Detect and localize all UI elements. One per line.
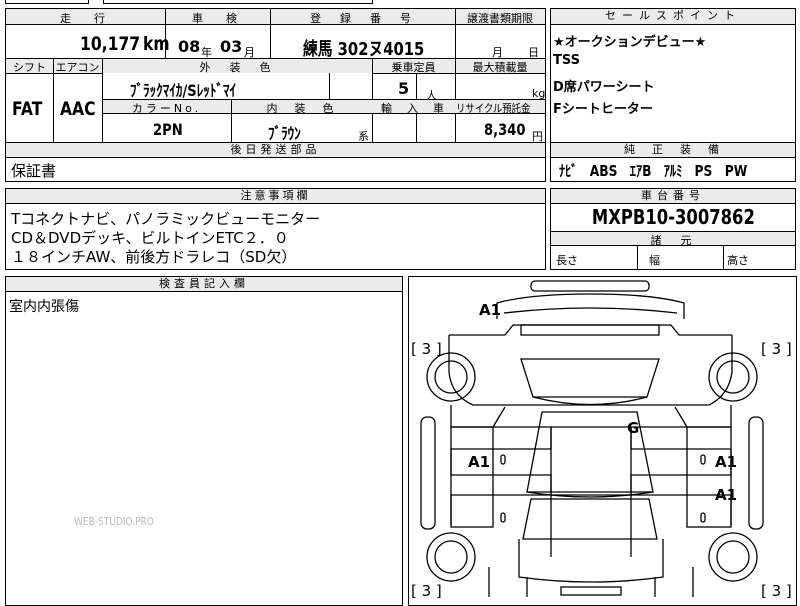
- shift-value: FAT: [12, 98, 43, 120]
- max-load-label: 最大積載量: [472, 61, 528, 74]
- notes-line: Tコネクトナビ、パノラミックビューモニター: [11, 210, 321, 228]
- exterior-color-label: 外 装 色: [199, 61, 275, 74]
- mileage-label: 走 行: [60, 12, 111, 25]
- recycle-label: リサイクル預託金: [456, 102, 531, 115]
- capacity-value: 5: [398, 79, 410, 98]
- later-parts-value: 保証書: [11, 162, 57, 180]
- sales-point-line: TSS: [553, 53, 581, 68]
- recycle-value: 8,340: [484, 120, 526, 139]
- car-outline-diagram: [420, 280, 764, 597]
- chassis-number: MXPB10-3007862: [591, 205, 755, 229]
- dimension-height-label: 高さ: [727, 254, 749, 267]
- inspection-year: 08: [178, 37, 201, 56]
- interior-color-label: 内 装 色: [266, 102, 337, 115]
- mileage-unit: km: [143, 33, 170, 55]
- chassis-header: 車台番号: [551, 189, 795, 204]
- transfer-deadline-label: 譲渡書類期限: [467, 12, 533, 25]
- inspector-section: 検査員記入欄 室内内張傷 WEB-STUDIO.PRO: [5, 276, 403, 606]
- sales-point-line: ★オークションデビュー★: [553, 35, 707, 50]
- damage-mark-roof: G: [627, 419, 640, 437]
- genuine-equipment-header: 純 正 装 備: [551, 143, 795, 158]
- genuine-equipment-section: 純 正 装 備 ﾅﾋﾞ ABS ｴｱB ｱﾙﾐ PS PW: [550, 142, 796, 182]
- notes-line: CD＆DVDデッキ、ビルトインETC２．０: [11, 229, 289, 247]
- dimension-width-label: 幅: [649, 254, 660, 267]
- color-no-value: 2PN: [153, 120, 183, 139]
- notes-header: 注意事項欄: [6, 189, 545, 204]
- dimension-length-label: 長さ: [556, 254, 578, 267]
- later-parts-section: 後日発送部品 保証書: [5, 142, 546, 182]
- genuine-equipment-value: ﾅﾋﾞ ABS ｴｱB ｱﾙﾐ PS PW: [559, 162, 748, 180]
- notes-section: 注意事項欄 Tコネクトナビ、パノラミックビューモニター CD＆DVDデッキ、ビル…: [5, 188, 546, 270]
- aircon-value: AAC: [60, 98, 96, 120]
- import-label: 輸 入 車: [381, 102, 446, 115]
- inspector-note: 室内内張傷: [9, 299, 79, 315]
- registration-label: 登 録 番 号: [310, 12, 415, 25]
- shift-label: シフト: [13, 61, 46, 74]
- top-strip-cell: [5, 0, 89, 4]
- corner-label-rear-right: [ 3 ]: [761, 582, 792, 600]
- damage-mark-right-rear-door: A1: [715, 486, 738, 504]
- sales-points-header: セールスポイント: [551, 9, 795, 25]
- exterior-color-value: ﾌﾞﾗｯｸﾏｲｶ/Sﾚｯﾄﾞﾏｲ: [130, 81, 237, 100]
- damage-mark-front: A1: [479, 301, 502, 319]
- inspector-header: 検査員記入欄: [6, 277, 402, 292]
- capacity-label: 乗車定員: [391, 61, 436, 74]
- inspection-label: 車 検: [192, 12, 243, 25]
- dimensions-header: 諸 元: [650, 234, 696, 247]
- chassis-section: 車台番号 MXPB10-3007862 諸 元 長さ 幅 高さ: [550, 188, 796, 270]
- car-diagram-section: [ 3 ] [ 3 ] [ 3 ] [ 3 ] A1 G A1 A1 A1: [408, 276, 797, 606]
- sales-points-section: セールスポイント ★オークションデビュー★ TSS D席パワーシート Fシートヒ…: [550, 8, 796, 143]
- sales-point-line: Fシートヒーター: [553, 102, 653, 117]
- interior-color-value: ﾌﾞﾗｳﾝ: [268, 124, 301, 143]
- vehicle-info-table: 走 行 車 検 登 録 番 号 譲渡書類期限 10,177 km 08 年 03…: [5, 8, 546, 143]
- aircon-label: エアコン: [55, 61, 100, 74]
- inspection-month: 03: [220, 37, 243, 56]
- damage-mark-left-door: A1: [468, 453, 491, 471]
- damage-mark-right-front-door: A1: [715, 453, 738, 471]
- sales-point-line: D席パワーシート: [553, 80, 655, 95]
- notes-line: １８インチAW、前後方ドラレコ（SD欠）: [11, 248, 297, 266]
- watermark: WEB-STUDIO.PRO: [74, 515, 154, 528]
- corner-label-rear-left: [ 3 ]: [411, 582, 442, 600]
- later-parts-header: 後日発送部品: [6, 143, 545, 158]
- corner-label-front-left: [ 3 ]: [411, 340, 442, 358]
- color-no-label: カラーNo.: [131, 102, 202, 115]
- top-strip-title-cell: [103, 0, 373, 4]
- corner-label-front-right: [ 3 ]: [761, 340, 792, 358]
